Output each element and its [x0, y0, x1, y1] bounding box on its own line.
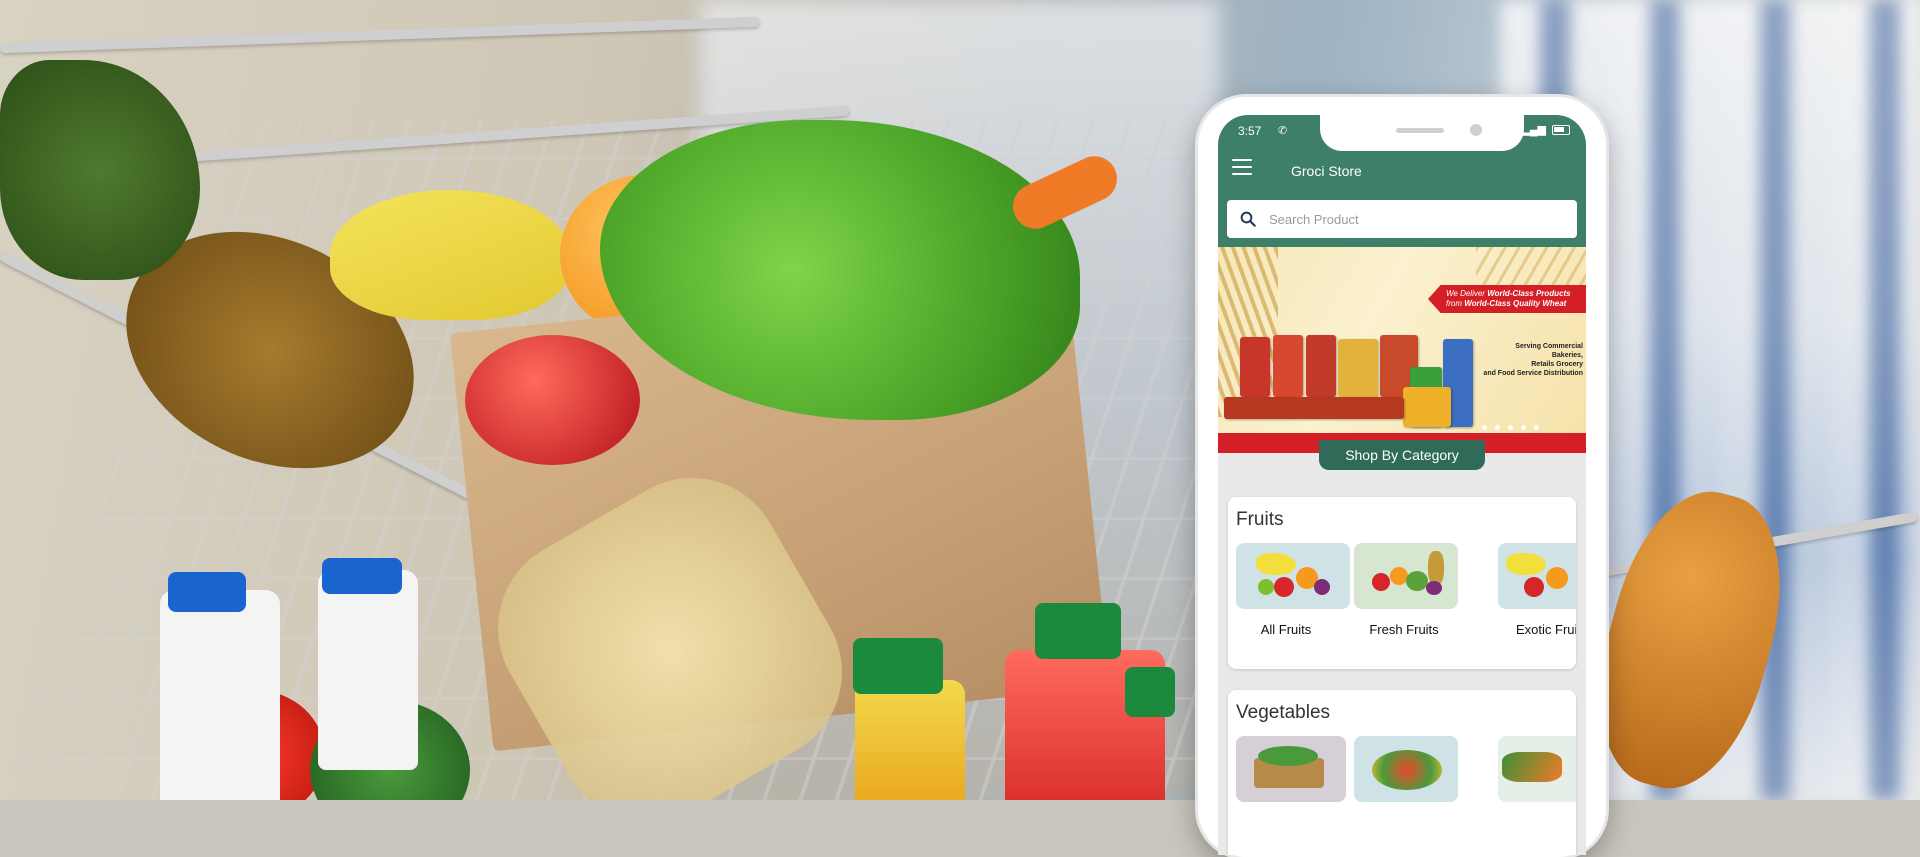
search-box[interactable] [1227, 200, 1577, 238]
banner-side-text: Serving Commercial Bakeries, Retails Gro… [1483, 342, 1583, 378]
juice-bottle-orange [855, 680, 965, 800]
banana-shape [1256, 553, 1296, 575]
melon-shape [1406, 571, 1428, 591]
milk-bottle-1 [160, 590, 280, 800]
category-tile-vegetables-1[interactable] [1236, 736, 1346, 815]
product-pack [1338, 339, 1378, 397]
category-tile-all-fruits[interactable]: All Fruits [1236, 543, 1350, 637]
search-icon[interactable] [1239, 210, 1257, 228]
category-image [1236, 736, 1346, 802]
carousel-dot[interactable] [1534, 425, 1539, 430]
carousel-dot[interactable] [1495, 425, 1500, 430]
category-tile-vegetables-2[interactable] [1354, 736, 1458, 815]
category-image [1354, 736, 1458, 802]
banana-shape [1506, 553, 1546, 575]
bananas [330, 190, 570, 320]
phone-notch [1320, 115, 1524, 151]
phone-screen: 3:57 ✆ ▂▄▆ Groci Store Search Product We… [1218, 115, 1586, 855]
category-label: Fresh Fruits [1369, 622, 1439, 637]
product-pack [1306, 335, 1336, 397]
background-photo [0, 0, 1920, 800]
pineapple-shape [1428, 551, 1444, 585]
section-title: Vegetables [1236, 702, 1331, 723]
carousel-dot[interactable] [1521, 425, 1526, 430]
grape-shape [1426, 581, 1442, 595]
juice-cap-3 [1125, 667, 1175, 717]
category-image [1498, 736, 1576, 802]
lime-shape [1258, 579, 1274, 595]
category-section-vegetables: Vegetables [1228, 690, 1576, 855]
vegetable-pile [1372, 750, 1442, 790]
whatsapp-icon: ✆ [1278, 125, 1288, 137]
promo-banner[interactable]: We Deliver World-Class Products from Wor… [1218, 247, 1586, 453]
category-label: Exotic Fruits [1516, 622, 1576, 637]
app-bar: Groci Store [1218, 145, 1586, 195]
category-tile-fresh-fruits[interactable]: Fresh Fruits [1354, 543, 1458, 637]
orange-shape [1546, 567, 1568, 589]
carousel-indicator[interactable] [1482, 425, 1539, 430]
category-tile-vegetables-3[interactable] [1498, 736, 1576, 815]
speaker-grille [1396, 128, 1444, 133]
hamburger-menu-icon[interactable] [1232, 159, 1252, 175]
phone-mockup: 3:57 ✆ ▂▄▆ Groci Store Search Product We… [1198, 97, 1606, 857]
product-pack [1240, 337, 1270, 397]
category-image [1498, 543, 1576, 609]
banner-side-line-3: and Food Service Distribution [1483, 370, 1583, 377]
app-title: Groci Store [1291, 163, 1362, 179]
juice-cap-1 [853, 638, 943, 694]
carrot-bunch [1502, 752, 1562, 782]
category-image [1354, 543, 1458, 609]
vegetable-leaves [1258, 746, 1318, 766]
section-title: Fruits [1236, 509, 1284, 530]
grape-shape [1314, 579, 1330, 595]
category-section-fruits: Fruits All Fruits Fresh Fruits Exotic Fr… [1228, 497, 1576, 669]
banner-headline: We Deliver World-Class Products from Wor… [1428, 285, 1586, 313]
product-pack [1273, 335, 1303, 397]
milk-cap-2 [322, 558, 402, 594]
product-pack [1403, 387, 1451, 427]
apple-shape [1372, 573, 1390, 591]
status-time: 3:57 [1238, 124, 1262, 138]
banner-side-line-2: Retails Grocery [1531, 361, 1583, 368]
banner-headline-bold-1: World-Class Products [1487, 289, 1571, 298]
banner-side-line-1: Serving Commercial Bakeries, [1515, 343, 1583, 359]
juice-cap-2 [1035, 603, 1121, 659]
front-camera [1470, 124, 1482, 136]
carousel-dot[interactable] [1508, 425, 1513, 430]
signal-icon: ▂▄▆ [1521, 124, 1546, 136]
status-icons: ▂▄▆ [1521, 123, 1570, 136]
category-label: All Fruits [1260, 622, 1312, 637]
banner-headline-prefix-2: from [1446, 299, 1465, 308]
search-bar [1218, 195, 1586, 247]
shop-by-category-button[interactable]: Shop By Category [1319, 440, 1485, 470]
carousel-dot[interactable] [1482, 425, 1487, 430]
banner-headline-prefix-1: We Deliver [1446, 289, 1488, 298]
apple-shape [1524, 577, 1544, 597]
product-pack [1224, 397, 1404, 419]
banner-headline-bold-2: World-Class Quality Wheat [1464, 299, 1567, 308]
battery-icon [1552, 124, 1570, 135]
apple-shape [1274, 577, 1294, 597]
milk-bottle-2 [318, 570, 418, 770]
apple [465, 335, 640, 465]
category-image [1236, 543, 1350, 609]
category-tile-exotic-fruits[interactable]: Exotic Fruits [1498, 543, 1576, 637]
milk-cap-1 [168, 572, 246, 612]
search-input[interactable] [1269, 200, 1559, 238]
